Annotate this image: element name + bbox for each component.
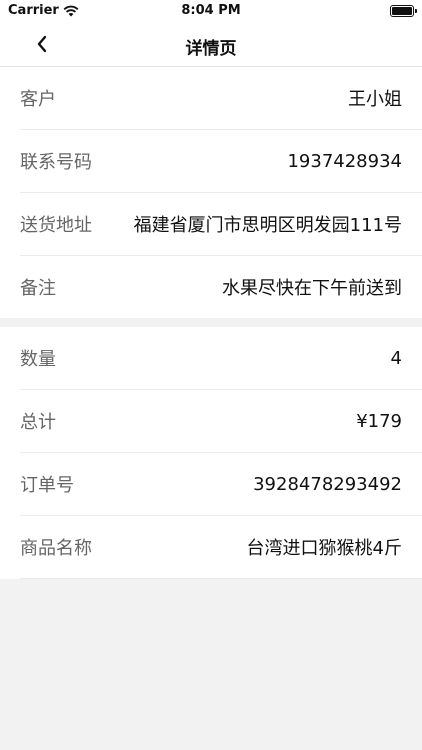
detail-row-customer: 客户 王小姐 — [20, 67, 422, 130]
detail-row-phone: 联系号码 1937428934 — [20, 130, 422, 193]
detail-row-order-number: 订单号 3928478293492 — [20, 453, 422, 516]
detail-row-address: 送货地址 福建省厦门市思明区明发园111号 — [20, 193, 422, 256]
detail-row-total: 总计 ¥179 — [20, 390, 422, 453]
page-title: 详情页 — [185, 39, 237, 59]
row-value: 3928478293492 — [253, 473, 402, 495]
row-label: 数量 — [20, 349, 56, 370]
row-label: 备注 — [20, 278, 56, 299]
row-value: 福建省厦门市思明区明发园111号 — [133, 215, 402, 236]
row-value: 4 — [390, 347, 402, 369]
battery-icon — [390, 5, 417, 17]
row-value: 水果尽快在下午前送到 — [222, 278, 402, 299]
order-info-section: 数量 4 总计 ¥179 订单号 3928478293492 商品名称 台湾进口… — [0, 327, 422, 579]
row-value: 王小姐 — [348, 89, 402, 110]
row-value: ¥179 — [356, 410, 402, 432]
row-label: 联系号码 — [20, 152, 92, 173]
status-time: 8:04 PM — [181, 3, 241, 18]
row-label: 总计 — [20, 412, 56, 433]
row-value: 1937428934 — [287, 150, 402, 172]
customer-info-section: 客户 王小姐 联系号码 1937428934 送货地址 福建省厦门市思明区明发园… — [0, 67, 422, 318]
navigation-bar: 详情页 — [0, 22, 422, 67]
detail-row-quantity: 数量 4 — [20, 327, 422, 390]
row-label: 订单号 — [20, 475, 74, 496]
row-value: 台湾进口猕猴桃4斤 — [246, 538, 402, 559]
detail-row-note: 备注 水果尽快在下午前送到 — [20, 256, 422, 318]
detail-row-product-name: 商品名称 台湾进口猕猴桃4斤 — [20, 516, 422, 579]
status-bar: Carrier 8:04 PM — [0, 0, 422, 22]
row-label: 客户 — [20, 89, 56, 110]
row-label: 送货地址 — [20, 215, 92, 236]
row-label: 商品名称 — [20, 538, 92, 559]
section-divider — [0, 318, 422, 327]
